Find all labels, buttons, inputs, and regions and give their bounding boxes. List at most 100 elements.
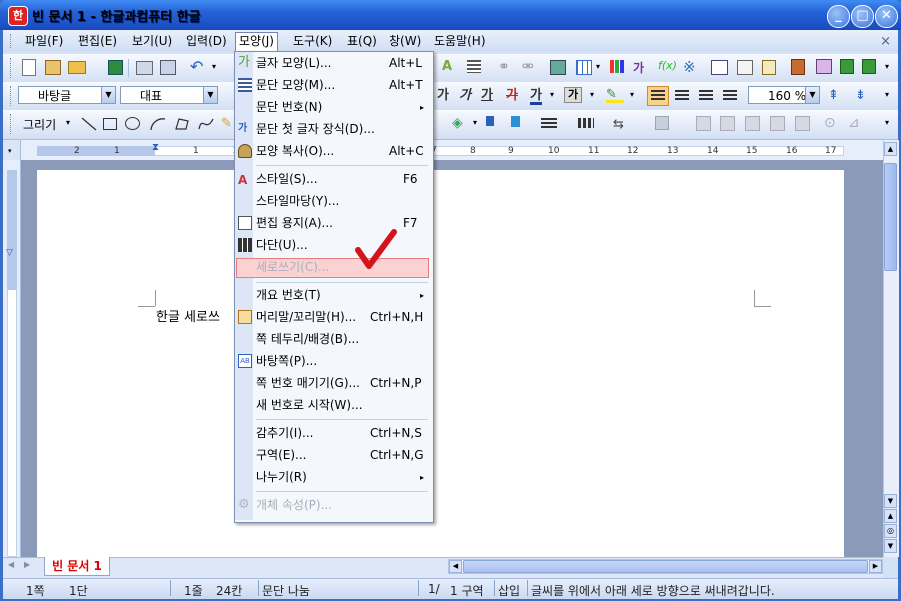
menu-file[interactable]: 파일(F): [22, 33, 66, 49]
print-preview-icon[interactable]: [160, 60, 176, 75]
document-text[interactable]: 한글 세로쓰: [156, 306, 220, 325]
menu-item-page-setup[interactable]: 편집 용지(A)...: [256, 213, 333, 233]
master-page-toolbar-icon[interactable]: [711, 60, 728, 75]
page-two-icon[interactable]: [862, 59, 876, 74]
align-right-icon[interactable]: [723, 90, 737, 102]
menu-shape[interactable]: 모양(J): [235, 32, 278, 51]
menu-item-para-number[interactable]: 문단 번호(N): [256, 97, 322, 117]
scroll-down-arrow-icon[interactable]: ▼: [884, 494, 897, 508]
bold-button[interactable]: 가: [437, 86, 449, 106]
ruler-corner[interactable]: [3, 140, 21, 160]
spacing-decrease-icon[interactable]: ⇟: [855, 88, 873, 106]
menu-item-break[interactable]: 나누기(R): [256, 467, 307, 487]
unlink-icon[interactable]: ⚮: [522, 59, 540, 77]
menu-item-format-copy[interactable]: 모양 복사(O)...: [256, 141, 334, 161]
document-page[interactable]: [37, 170, 844, 557]
menu-tools[interactable]: 도구(K): [290, 33, 335, 49]
menu-item-page-border[interactable]: 쪽 테두리/배경(B)...: [256, 329, 359, 349]
polygon-tool-icon[interactable]: [174, 117, 190, 131]
toolbar-overflow-icon[interactable]: ▾: [885, 90, 901, 108]
highlighter-icon[interactable]: ✎: [606, 87, 624, 103]
menu-help[interactable]: 도움말(H): [431, 33, 489, 49]
align-left-icon[interactable]: [675, 90, 689, 102]
chevron-down-icon[interactable]: ▼: [805, 87, 819, 103]
menu-table[interactable]: 표(Q): [344, 33, 380, 49]
flip-icon[interactable]: ⊿: [848, 115, 866, 133]
document-close-icon[interactable]: ×: [880, 34, 891, 49]
size-icon[interactable]: [795, 116, 810, 131]
status-insert-mode[interactable]: 삽입: [498, 582, 520, 599]
para-shape-toolbar-icon[interactable]: [467, 60, 481, 73]
ungroup-icon[interactable]: [720, 116, 735, 131]
line-tool-icon[interactable]: [81, 117, 97, 131]
rectangle-tool-icon[interactable]: [103, 118, 117, 130]
bookmark-icon[interactable]: [791, 59, 805, 75]
close-button[interactable]: ✕: [875, 5, 898, 28]
style-combo[interactable]: 바탕글 ▼: [18, 86, 116, 104]
chevron-down-icon[interactable]: ▼: [101, 87, 115, 103]
menu-item-vertical-writing[interactable]: 세로쓰기(C)...: [256, 257, 329, 277]
bring-front-icon[interactable]: [486, 116, 494, 126]
insert-picture-icon[interactable]: [550, 60, 566, 75]
menu-item-style-gallery[interactable]: 스타일마당(Y)...: [256, 191, 339, 211]
menu-edit[interactable]: 편집(E): [75, 33, 120, 49]
line-dash-icon[interactable]: [578, 118, 594, 128]
menu-item-object-props[interactable]: 개체 속성(P)...: [256, 495, 332, 515]
draw-dropdown-icon[interactable]: ▾: [66, 118, 70, 127]
italic-button[interactable]: 가: [459, 86, 471, 106]
align-center-icon[interactable]: [699, 90, 713, 102]
menu-window[interactable]: 창(W): [386, 33, 424, 49]
menu-item-style[interactable]: 스타일(S)...: [256, 169, 318, 189]
app-icon[interactable]: 한: [8, 6, 28, 26]
new-document-icon[interactable]: [22, 59, 36, 76]
page-one-icon[interactable]: [840, 59, 854, 74]
tab-prev-icon[interactable]: ◀: [8, 560, 14, 569]
presentation-icon[interactable]: [816, 59, 832, 74]
arc-tool-icon[interactable]: [150, 117, 166, 131]
font-combo[interactable]: 대표 ▼: [120, 86, 218, 104]
insert-textart-icon[interactable]: 가: [633, 59, 651, 77]
font-color-button[interactable]: 가: [530, 86, 542, 105]
scroll-up-arrow-icon[interactable]: ▲: [884, 142, 897, 156]
rotate-icon[interactable]: ⊙: [824, 115, 842, 133]
vruler-marker-icon[interactable]: ▽: [6, 248, 13, 258]
copy-format-icon[interactable]: [737, 60, 753, 75]
menu-item-page-number[interactable]: 쪽 번호 매기기(G)...: [256, 373, 360, 393]
indent-marker-icon[interactable]: ⧗: [152, 142, 159, 153]
char-border-icon[interactable]: 가: [564, 87, 582, 103]
underline-button[interactable]: 가: [481, 86, 493, 106]
undo-icon[interactable]: ↶: [190, 59, 208, 77]
arrow-style-icon[interactable]: ⇆: [613, 117, 631, 135]
spacing-increase-icon[interactable]: ⇞: [828, 88, 846, 106]
maximize-button[interactable]: □: [851, 5, 874, 28]
group-icon[interactable]: [696, 116, 711, 131]
undo-dropdown-icon[interactable]: ▾: [212, 62, 230, 80]
highlight-dropdown-icon[interactable]: ▾: [630, 90, 648, 108]
menu-insert[interactable]: 입력(D): [183, 33, 230, 49]
memo-icon[interactable]: [762, 60, 776, 75]
menu-item-char-shape[interactable]: 글자 모양(L)...: [256, 53, 331, 73]
menu-item-hide[interactable]: 감추기(I)...: [256, 423, 313, 443]
link-icon[interactable]: ⚭: [498, 59, 516, 77]
tab-next-icon[interactable]: ▶: [24, 560, 30, 569]
menu-item-header-footer[interactable]: 머리말/꼬리말(H)...: [256, 307, 356, 327]
menu-item-outline-number[interactable]: 개요 번호(T): [256, 285, 321, 305]
menu-item-new-number[interactable]: 새 번호로 시작(W)...: [256, 395, 363, 415]
select-browse-icon[interactable]: ◎: [884, 524, 897, 538]
align-objects-icon[interactable]: [745, 116, 760, 131]
insert-table-icon[interactable]: [576, 60, 592, 75]
menu-item-columns[interactable]: 다단(U)...: [256, 235, 308, 255]
next-page-icon[interactable]: ▼: [884, 539, 897, 553]
print-icon[interactable]: [136, 61, 153, 75]
equation-icon[interactable]: f(x): [658, 59, 677, 77]
hscroll-thumb[interactable]: [463, 560, 868, 573]
fill-color-icon[interactable]: ◈: [452, 115, 470, 133]
shadow-icon[interactable]: [655, 116, 669, 130]
menu-item-para-shape[interactable]: 문단 모양(M)...: [256, 75, 335, 95]
open-folder-icon[interactable]: [68, 61, 86, 74]
send-back-icon[interactable]: [511, 116, 520, 127]
line-style-icon[interactable]: [541, 118, 557, 128]
minimize-button[interactable]: _: [827, 5, 850, 28]
freeform-tool-icon[interactable]: ✎: [221, 116, 233, 132]
menu-item-drop-cap[interactable]: 문단 첫 글자 장식(D)...: [256, 119, 375, 139]
